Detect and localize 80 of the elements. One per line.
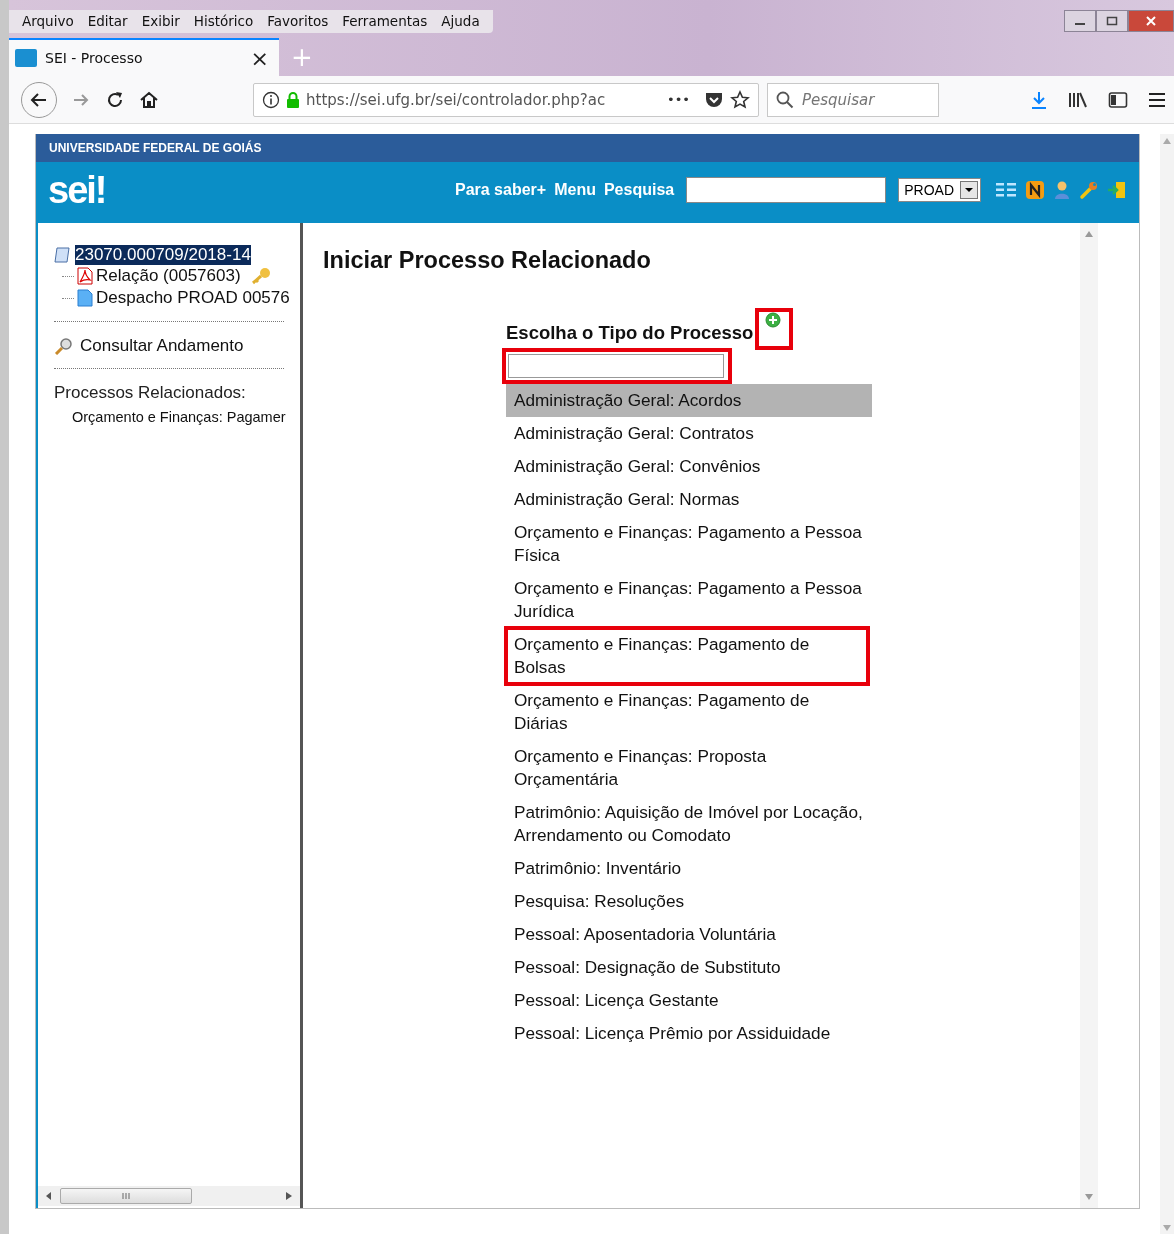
process-type-option[interactable]: Administração Geral: Acordos bbox=[506, 384, 872, 417]
process-type-option[interactable]: Administração Geral: Normas bbox=[506, 483, 872, 516]
scroll-up-icon[interactable] bbox=[1163, 138, 1171, 144]
header-link[interactable]: Para saber+ bbox=[454, 181, 547, 199]
search-field[interactable]: Pesquisar bbox=[767, 82, 939, 117]
process-number[interactable]: 23070.000709/2018-14 bbox=[75, 245, 251, 265]
magnifier-icon bbox=[54, 337, 74, 355]
scroll-left-icon[interactable] bbox=[46, 1192, 52, 1200]
minimize-icon[interactable] bbox=[1064, 10, 1096, 32]
institution-name: UNIVERSIDADE FEDERAL DE GOIÁS bbox=[49, 141, 262, 155]
scroll-down-icon[interactable] bbox=[1085, 1194, 1093, 1200]
pocket-icon[interactable] bbox=[704, 90, 724, 109]
process-type-option[interactable]: Administração Geral: Convênios bbox=[506, 450, 872, 483]
star-icon[interactable] bbox=[730, 89, 750, 110]
process-type-option[interactable]: Orçamento e Finanças: Pagamento de Diárias bbox=[506, 684, 872, 740]
menu-item[interactable]: Exibir bbox=[134, 13, 187, 29]
process-type-option[interactable]: Pesquisa: Resoluções bbox=[506, 885, 872, 918]
page-actions-button[interactable]: ••• bbox=[667, 92, 690, 107]
notes-icon[interactable] bbox=[1025, 180, 1045, 200]
browser-tab[interactable]: SEI - Processo × bbox=[9, 38, 279, 76]
document-icon bbox=[77, 289, 93, 307]
maximize-icon[interactable] bbox=[1096, 10, 1128, 32]
wrench-icon[interactable] bbox=[1079, 180, 1099, 200]
search-field[interactable] bbox=[686, 177, 887, 203]
menu-item[interactable]: Histórico bbox=[186, 13, 261, 29]
page-title: Iniciar Processo Relacionado bbox=[323, 247, 652, 274]
process-type-option[interactable]: Orçamento e Finanças: Pagamento a Pessoa Física bbox=[506, 516, 872, 572]
process-type-option[interactable]: Pessoal: Designação de Substituto bbox=[506, 951, 872, 984]
process-type-option[interactable]: Administração Geral: Contratos bbox=[506, 417, 872, 450]
dropdown-arrow-icon[interactable] bbox=[965, 187, 973, 193]
page-scrollbar[interactable] bbox=[1160, 134, 1174, 1234]
process-type-option[interactable]: Patrimônio: Aquisição de Imóvel por Locação, Arrendamento ou Comodato bbox=[506, 796, 872, 852]
download-icon[interactable] bbox=[1030, 89, 1048, 110]
library-icon[interactable] bbox=[1068, 90, 1088, 109]
close-icon[interactable] bbox=[1128, 10, 1174, 32]
menu-icon[interactable] bbox=[1148, 90, 1166, 109]
lock-icon bbox=[286, 90, 300, 109]
add-icon[interactable] bbox=[765, 312, 782, 328]
unit-select[interactable]: PROAD bbox=[898, 178, 981, 202]
process-icon bbox=[54, 246, 72, 264]
header-link[interactable]: Pesquisa bbox=[603, 181, 675, 199]
pdf-icon bbox=[77, 267, 93, 285]
menu-item[interactable]: Ferramentas bbox=[335, 13, 435, 29]
consult-link[interactable]: Consultar Andamento bbox=[80, 336, 244, 356]
user-icon[interactable] bbox=[1053, 180, 1071, 200]
home-icon[interactable] bbox=[139, 89, 159, 110]
related-heading: Processos Relacionados: bbox=[54, 383, 247, 403]
menu-item[interactable]: Ajuda bbox=[434, 13, 487, 29]
horizontal-scrollbar[interactable] bbox=[38, 1186, 300, 1206]
menu-item[interactable]: Arquivo bbox=[15, 13, 81, 29]
address-bar[interactable]: https://sei.ufg.br/sei/controlador.php?ac ••• bbox=[253, 82, 759, 117]
scroll-right-icon[interactable] bbox=[286, 1192, 292, 1200]
process-type-option[interactable]: Patrimônio: Inventário bbox=[506, 852, 872, 885]
sei-favicon-icon bbox=[15, 49, 37, 67]
sei-logo: sei! bbox=[48, 168, 106, 212]
vertical-scrollbar[interactable] bbox=[1080, 223, 1098, 1208]
list-icon[interactable] bbox=[995, 181, 1017, 199]
menu-item[interactable]: Editar bbox=[80, 13, 135, 29]
process-type-option[interactable]: Pessoal: Licença Prêmio por Assiduidade bbox=[506, 1017, 872, 1050]
field-label: Escolha o Tipo do Processo bbox=[506, 322, 754, 344]
reload-icon[interactable] bbox=[105, 89, 125, 110]
process-type-option[interactable]: Pessoal: Aposentadoria Voluntária bbox=[506, 918, 872, 951]
process-type-option[interactable]: Pessoal: Licença Gestante bbox=[506, 984, 872, 1017]
document-link[interactable]: Despacho PROAD 00576 bbox=[96, 288, 290, 308]
filter-field[interactable] bbox=[508, 354, 724, 378]
sidebar-icon[interactable] bbox=[1108, 90, 1128, 109]
search-icon bbox=[776, 90, 794, 109]
process-type-option[interactable]: Orçamento e Finanças: Pagamento a Pessoa Jurídica bbox=[506, 572, 872, 628]
close-tab-button[interactable]: × bbox=[250, 45, 269, 71]
document-link[interactable]: Relação (0057603) bbox=[96, 266, 241, 286]
scroll-up-icon[interactable] bbox=[1085, 231, 1093, 237]
scroll-thumb[interactable] bbox=[60, 1188, 192, 1204]
menu-item[interactable]: Favoritos bbox=[260, 13, 336, 29]
process-type-option[interactable]: Orçamento e Finanças: Pagamento de Bolsas bbox=[506, 628, 868, 684]
scroll-down-icon[interactable] bbox=[1163, 1225, 1171, 1231]
process-type-option[interactable]: Orçamento e Finanças: Proposta Orçamentária bbox=[506, 740, 872, 796]
header-link[interactable]: Menu bbox=[554, 181, 596, 199]
info-icon[interactable] bbox=[262, 90, 280, 109]
exit-icon[interactable] bbox=[1107, 180, 1127, 200]
related-process-link[interactable]: Orçamento e Finanças: Pagamer bbox=[72, 409, 300, 425]
